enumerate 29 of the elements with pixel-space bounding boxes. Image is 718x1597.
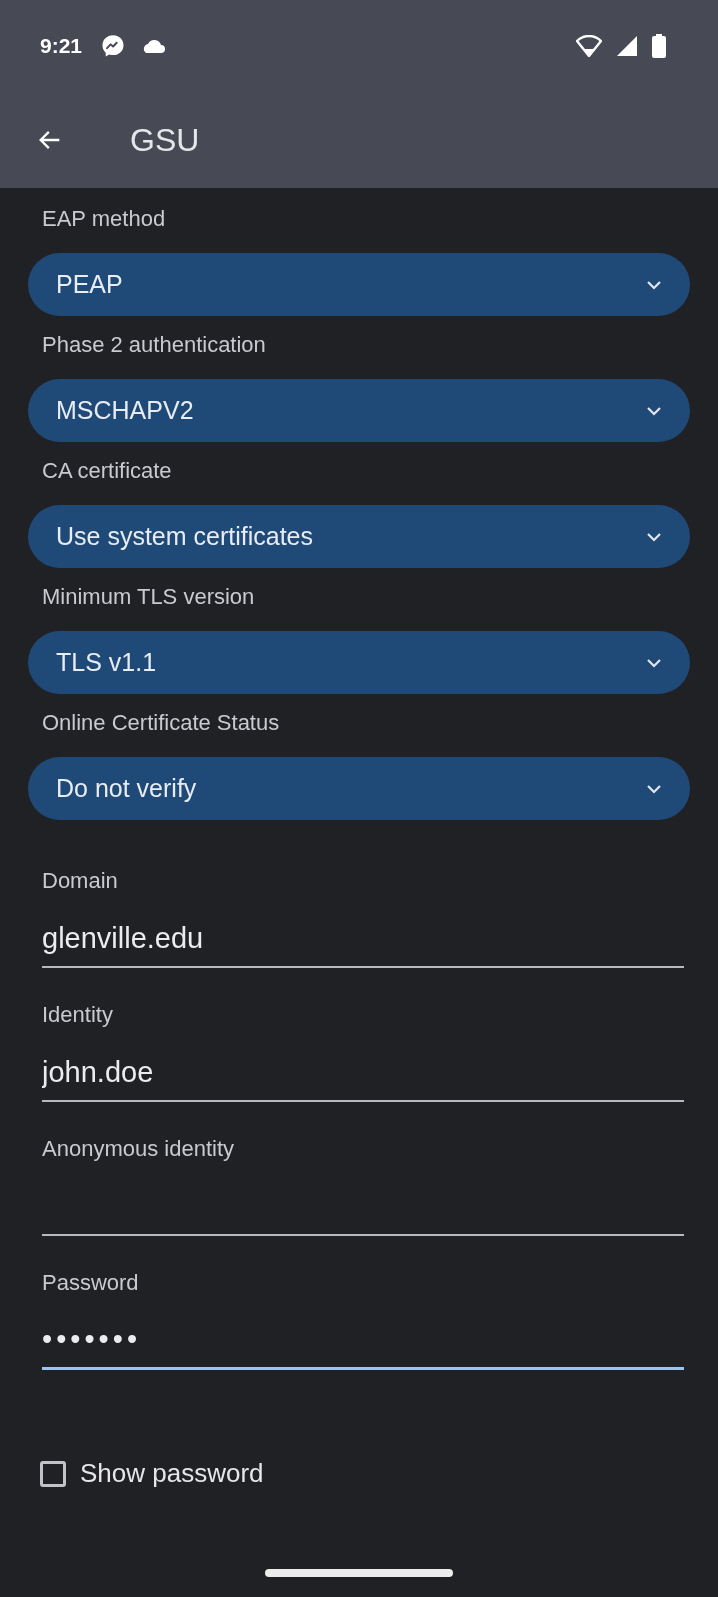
dropdown[interactable]: MSCHAPV2 (28, 379, 690, 442)
chevron-down-icon (646, 279, 662, 290)
chevron-down-icon (646, 783, 662, 794)
checkbox[interactable] (40, 1460, 66, 1487)
field-label: Password (42, 1269, 140, 1297)
dropdown[interactable]: PEAP (28, 253, 690, 316)
field-label: CA certificate (41, 457, 173, 485)
field-label: Minimum TLS version (41, 583, 256, 611)
dropdown[interactable]: Do not verify (28, 757, 690, 820)
field-label: EAP method (41, 205, 167, 233)
dropdown[interactable]: TLS v1.1 (28, 631, 690, 694)
field-label: Domain (42, 867, 119, 895)
chevron-down-icon (646, 657, 662, 668)
signal-icon (616, 35, 638, 57)
input-field[interactable]: ••••••• (42, 1312, 684, 1370)
field-label: Online Certificate Status (41, 709, 281, 737)
input-field[interactable]: glenville.edu (42, 910, 684, 968)
screen-title: GSU (130, 121, 200, 159)
dropdown[interactable]: Use system certificates (28, 505, 690, 568)
chevron-down-icon (646, 405, 662, 416)
battery-icon (652, 34, 666, 58)
field-label: Phase 2 authentication (41, 331, 267, 359)
input-field[interactable]: john.doe (42, 1044, 684, 1102)
field-label: Identity (42, 1001, 114, 1029)
status-time: 9:21 (40, 34, 83, 58)
chevron-down-icon (646, 531, 662, 542)
checkbox-label: Show password (80, 1458, 264, 1489)
field-label: Anonymous identity (42, 1135, 235, 1163)
wifi-icon (576, 35, 602, 57)
